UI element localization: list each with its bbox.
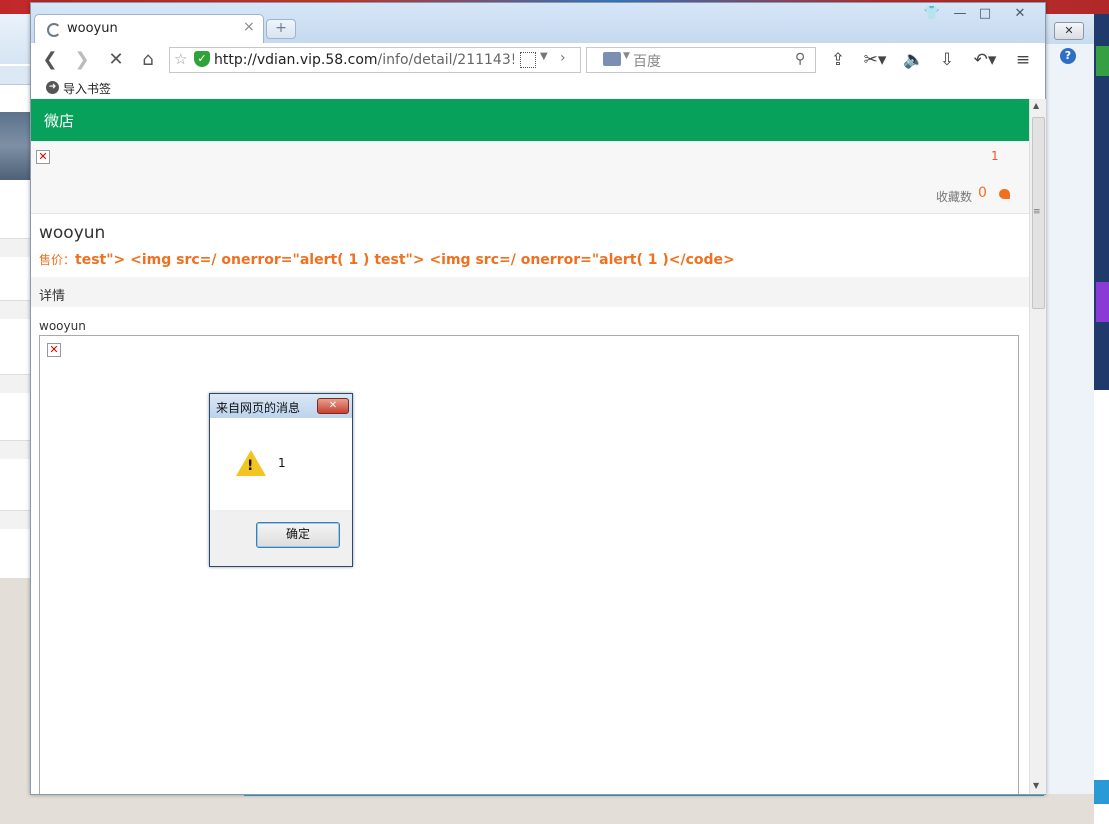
browser-toolbar: ❮ ❯ ✕ ⌂ ☆ ✓ http://vdian.vip.58.com/info…: [31, 43, 1045, 77]
close-window-button[interactable]: ✕: [1007, 5, 1033, 23]
undo-close-icon[interactable]: ↶▾: [969, 49, 1001, 71]
background-row: [0, 510, 30, 529]
search-engine-icon[interactable]: [603, 52, 621, 66]
search-engine-dropdown-icon[interactable]: ▼: [623, 51, 630, 61]
detail-heading: 详情: [39, 289, 66, 304]
vertical-scrollbar[interactable]: ▲ ≡ ▼: [1029, 99, 1046, 794]
background-row: [0, 374, 30, 393]
search-icon[interactable]: ⚲: [795, 51, 805, 67]
skin-icon[interactable]: 👕: [919, 5, 945, 23]
dialog-footer: 确定: [210, 510, 352, 566]
detail-text: wooyun: [39, 319, 86, 333]
share-icon[interactable]: ⇪: [827, 49, 849, 71]
security-shield-icon[interactable]: ✓: [194, 51, 210, 67]
search-input[interactable]: 百度: [633, 51, 661, 71]
page-content: 微店 ✕ 1 收藏数 0 wooyun 售价：test"> <img src=/…: [31, 99, 1029, 794]
star-icon[interactable]: ☆: [174, 50, 187, 68]
import-arrow-icon: ➜: [46, 81, 59, 94]
warning-exclamation-icon: !: [247, 458, 254, 474]
dialog-message: 1: [278, 456, 286, 470]
dialog-titlebar[interactable]: 来自网页的消息 ✕: [210, 394, 352, 418]
ok-button[interactable]: 确定: [256, 522, 340, 548]
background-row: [0, 300, 30, 319]
screenshot-scissors-icon[interactable]: ✂▾: [859, 49, 891, 71]
scroll-up-arrow-icon[interactable]: ▲: [1033, 101, 1039, 110]
broken-image-icon: ✕: [36, 150, 50, 164]
favorites-label: 收藏数: [936, 190, 973, 204]
address-bar[interactable]: ☆ ✓ http://vdian.vip.58.com/info/detail/…: [169, 47, 581, 73]
home-button[interactable]: ⌂: [135, 49, 161, 71]
background-app-icon: [1096, 282, 1109, 322]
price-label: 售价：: [39, 253, 76, 267]
url-path: /info/detail/211143!: [377, 52, 514, 68]
menu-icon[interactable]: ≡: [1012, 49, 1034, 71]
price-row: 售价：test"> <img src=/ onerror="alert( 1 )…: [39, 251, 735, 268]
url-text[interactable]: http://vdian.vip.58.com/info/detail/2111…: [214, 52, 514, 68]
scroll-down-arrow-icon[interactable]: ▼: [1033, 781, 1039, 790]
price-value: test"> <img src=/ onerror="alert( 1 ) te…: [75, 252, 735, 268]
page-counter: 1: [991, 149, 999, 163]
new-tab-button[interactable]: +: [266, 19, 296, 39]
site-header: 微店: [31, 99, 1029, 141]
download-icon[interactable]: ⇩: [936, 49, 958, 71]
search-box[interactable]: ▼ 百度 ⚲: [586, 47, 816, 73]
go-icon[interactable]: ›: [560, 50, 566, 66]
url-host: http://vdian.vip.58.com: [214, 52, 378, 68]
background-app-bar: [1094, 780, 1109, 804]
minimize-button[interactable]: —: [947, 5, 973, 23]
dialog-title: 来自网页的消息: [216, 401, 301, 415]
browser-titlebar: wooyun × + 👕 — □ ✕: [31, 3, 1045, 43]
background-app-icon: [1096, 46, 1109, 76]
background-close-button[interactable]: ✕: [1054, 22, 1084, 40]
background-row: [0, 238, 30, 257]
shop-banner: ✕ 1 收藏数 0: [31, 141, 1029, 214]
import-bookmarks-link[interactable]: 导入书签: [63, 80, 111, 97]
detail-content-frame: ✕: [39, 335, 1019, 794]
favorites-count: 0: [978, 185, 987, 201]
browser-window: wooyun × + 👕 — □ ✕ ❮ ❯ ✕ ⌂ ☆ ✓ http://vd…: [30, 2, 1046, 795]
broken-image-icon: ✕: [47, 343, 61, 357]
forward-button[interactable]: ❯: [69, 49, 95, 71]
alert-dialog: 来自网页的消息 ✕ ! 1 确定: [209, 393, 353, 567]
stop-button[interactable]: ✕: [103, 49, 129, 71]
qr-code-icon[interactable]: [520, 52, 536, 68]
maximize-button[interactable]: □: [972, 5, 998, 23]
back-button[interactable]: ❮: [37, 49, 63, 71]
product-name: wooyun: [39, 223, 106, 243]
favorite-bubble-icon[interactable]: [999, 189, 1010, 199]
help-icon[interactable]: ?: [1060, 48, 1076, 64]
volume-icon[interactable]: 🔈: [903, 49, 925, 71]
tab-title: wooyun: [67, 21, 118, 36]
background-row: [0, 440, 30, 459]
site-title: 微店: [44, 112, 75, 130]
loading-spinner-icon: [47, 23, 61, 37]
background-window-left-image: [0, 112, 30, 180]
dialog-close-button[interactable]: ✕: [317, 398, 349, 414]
tab-close-icon[interactable]: ×: [243, 19, 255, 35]
background-window-far-right-body: [1094, 390, 1109, 824]
bookmark-bar: ➜ 导入书签: [31, 77, 1045, 100]
dialog-body: ! 1: [210, 418, 352, 510]
tab-wooyun[interactable]: wooyun ×: [34, 14, 264, 43]
detail-section-bar: 详情: [31, 277, 1029, 307]
scrollbar-grip-icon: ≡: [1033, 207, 1041, 217]
background-window-right: [1042, 14, 1094, 794]
address-dropdown-icon[interactable]: ▼: [540, 51, 548, 62]
